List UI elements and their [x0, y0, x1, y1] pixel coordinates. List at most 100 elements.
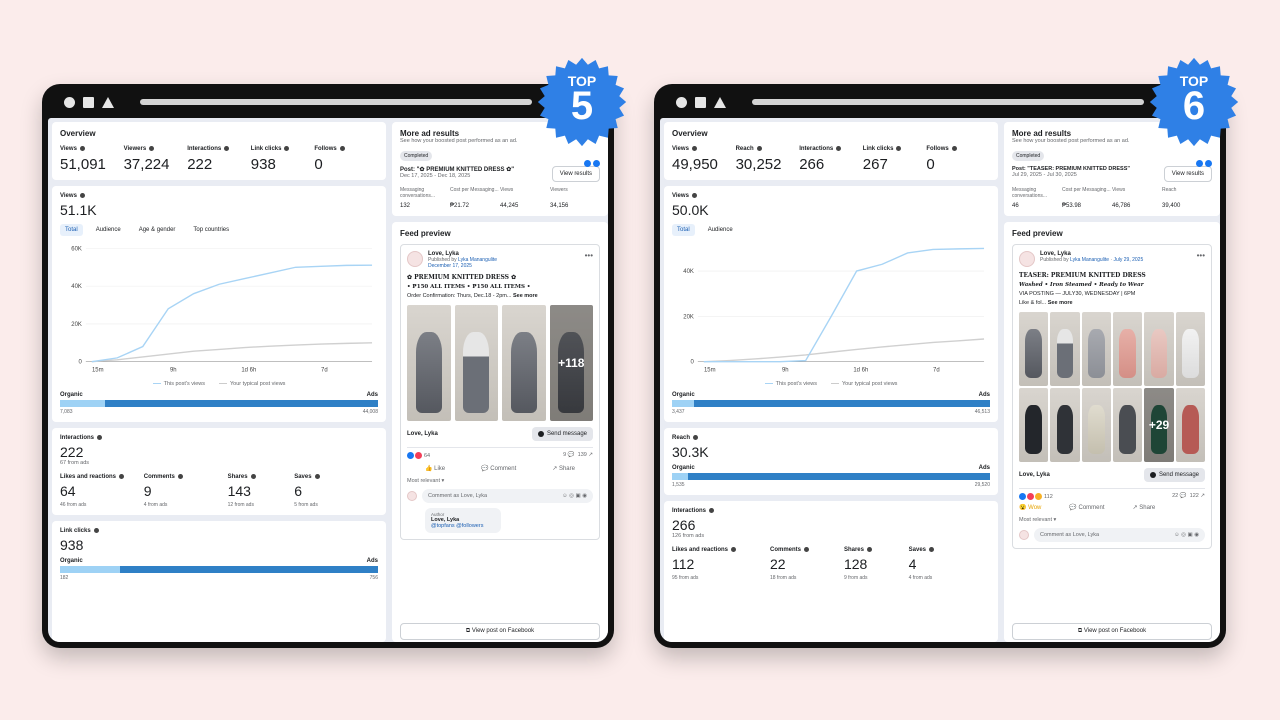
dress-photo	[1144, 312, 1174, 386]
dress-photo	[454, 305, 498, 421]
insights-screen: Overview Views 51,091 Viewers 37,224 Inter…	[48, 118, 608, 642]
overview-title: Overview	[60, 129, 96, 138]
comment-input[interactable]: Comment as Love, Lyka ☺ ◎ ▣ ◉	[1034, 528, 1205, 542]
dress-photo	[1113, 312, 1143, 386]
link-clicks-card: Link clicks 938 Organic Ads 182 756	[52, 521, 386, 642]
wow-button[interactable]: 😮 Wow	[1019, 504, 1041, 511]
view-results-button[interactable]: View results	[551, 166, 600, 182]
more-options-icon[interactable]: •••	[585, 251, 593, 260]
organic-label: Organic	[60, 392, 83, 399]
info-icon	[691, 146, 697, 151]
likes-metric: Likes and reactions 112 95 from ads	[672, 547, 770, 581]
comment-button[interactable]: 💬 Comment	[481, 465, 516, 472]
send-message-button[interactable]: Send message	[531, 427, 593, 441]
address-bar[interactable]	[752, 99, 1144, 105]
saves-metric: Saves 4 4 from ads	[908, 547, 934, 582]
post-date[interactable]: July 29, 2025	[1114, 257, 1144, 263]
facebook-icon	[1196, 160, 1203, 167]
triangle-icon	[714, 96, 726, 108]
info-icon	[79, 193, 85, 199]
organic-label: Organic	[60, 558, 83, 565]
view-results-button[interactable]: View results	[1163, 166, 1212, 182]
overview-card: Overview Views 49,950 Reach 30,252 Interac…	[664, 122, 998, 181]
ads-value: 756	[369, 575, 378, 582]
interactions-total: 266	[672, 517, 696, 534]
dress-photo	[502, 305, 546, 421]
facebook-post: Love, Lyka Published by Lyka Manangulite…	[400, 244, 600, 540]
facebook-post: Love, Lyka Published by Lyka Manangulite…	[1012, 244, 1212, 549]
views-tabs: Total Audience Age & gender Top countrie…	[60, 224, 378, 237]
top-rank-badge: TOP 6	[1148, 56, 1240, 148]
organic-ads-bar	[672, 400, 990, 408]
circle-icon	[64, 96, 75, 108]
feed-preview-card: Feed preview Love, Lyka Published by Lyk…	[1004, 222, 1220, 642]
dress-photo	[1050, 312, 1080, 386]
legend-typical: Your typical post views	[218, 381, 285, 387]
organic-bar-segment	[60, 400, 105, 408]
info-icon	[119, 474, 125, 480]
shares-metric: Shares 143 12 from ads	[227, 474, 256, 509]
overview-metrics: Views 49,950 Reach 30,252 Interactions 266 …	[672, 146, 990, 173]
x-tick-label: 15m	[92, 368, 104, 374]
tab-audience[interactable]: Audience	[703, 224, 738, 236]
tab-top-countries[interactable]: Top countries	[188, 224, 234, 236]
y-tick-label: 0	[79, 360, 83, 366]
messenger-icon	[1149, 472, 1156, 478]
avatar[interactable]	[1019, 251, 1035, 267]
tab-audience[interactable]: Audience	[91, 224, 126, 236]
series-line	[703, 247, 985, 363]
y-tick-label: 20K	[71, 322, 82, 328]
post-photo-grid[interactable]: +29	[1019, 312, 1205, 462]
comment-button[interactable]: 💬 Comment	[1069, 504, 1104, 511]
views-total: 51.1K	[60, 202, 97, 219]
see-more-link[interactable]: See more	[513, 293, 538, 299]
post-line: Order Confirmation: Thurs, Dec.18 - 2pm.…	[407, 293, 538, 299]
ads-label: Ads	[366, 392, 378, 399]
interactions-breakdown: Likes and reactions 112 95 from ads Commen…	[672, 547, 990, 581]
tab-total[interactable]: Total	[60, 224, 83, 237]
ad-col: Cost per Messaging... ₱21.72	[450, 187, 499, 209]
overview-title: Overview	[672, 129, 708, 138]
tab-total[interactable]: Total	[672, 224, 695, 237]
badge-rank-number: 6	[1182, 84, 1206, 128]
organic-ads-bar	[60, 566, 378, 574]
ad-dates: Dec 17, 2025 - Dec 18, 2025	[400, 173, 471, 179]
share-button[interactable]: ↗ Share	[552, 465, 575, 472]
x-tick-label: 1d 6h	[853, 368, 868, 374]
x-tick-label: 9h	[170, 368, 177, 374]
send-message-button[interactable]: Send message	[1143, 468, 1205, 482]
like-button[interactable]: 👍 Like	[425, 465, 445, 472]
avatar[interactable]	[407, 251, 423, 267]
chart-legend: This post's views Your typical post view…	[60, 381, 378, 387]
publisher-link[interactable]: Lyka Manangulite	[1070, 257, 1109, 263]
ads-label: Ads	[978, 465, 990, 472]
info-icon	[250, 474, 256, 480]
interactions-label: Interactions	[60, 435, 95, 442]
dress-photo	[1081, 388, 1111, 462]
view-post-on-facebook-button[interactable]: ⧉ View post on Facebook	[400, 623, 600, 640]
most-relevant-dropdown[interactable]: Most relevant ▾	[407, 478, 593, 484]
ads-bar-segment	[687, 473, 990, 481]
reach-label: Reach	[672, 435, 691, 442]
overview-card: Overview Views 51,091 Viewers 37,224 Inter…	[52, 122, 386, 181]
reply-comment: Author Love, Lyka @topfans @followers	[425, 508, 501, 533]
feed-preview-card: Feed preview Love, Lyka Published by Lyk…	[392, 222, 608, 642]
feed-preview-title: Feed preview	[1012, 229, 1063, 238]
tab-age-gender[interactable]: Age & gender	[134, 224, 181, 236]
more-options-icon[interactable]: •••	[1197, 251, 1205, 260]
address-bar[interactable]	[140, 99, 532, 105]
post-line: VIA POSTING — JULY30, WEDNESDAY | 6PM	[1019, 291, 1136, 297]
views-tabs: Total Audience	[672, 224, 990, 237]
share-button[interactable]: ↗ Share	[1133, 504, 1156, 511]
info-icon	[79, 146, 85, 151]
interactions-card: Interactions 222 67 from ads Likes and r…	[52, 428, 386, 516]
square-icon	[695, 96, 706, 108]
most-relevant-dropdown[interactable]: Most relevant ▾	[1019, 517, 1205, 523]
comment-input[interactable]: Comment as Love, Lyka ☺ ◎ ▣ ◉	[422, 489, 593, 503]
view-post-on-facebook-button[interactable]: ⧉ View post on Facebook	[1012, 623, 1212, 640]
see-more-link[interactable]: See more	[1048, 300, 1073, 306]
organic-value: 3,437	[672, 409, 685, 416]
post-date[interactable]: December 17, 2025	[428, 263, 472, 269]
comments-metric: Comments 9 4 from ads	[144, 474, 228, 508]
post-photo-grid[interactable]: +118	[407, 305, 593, 421]
